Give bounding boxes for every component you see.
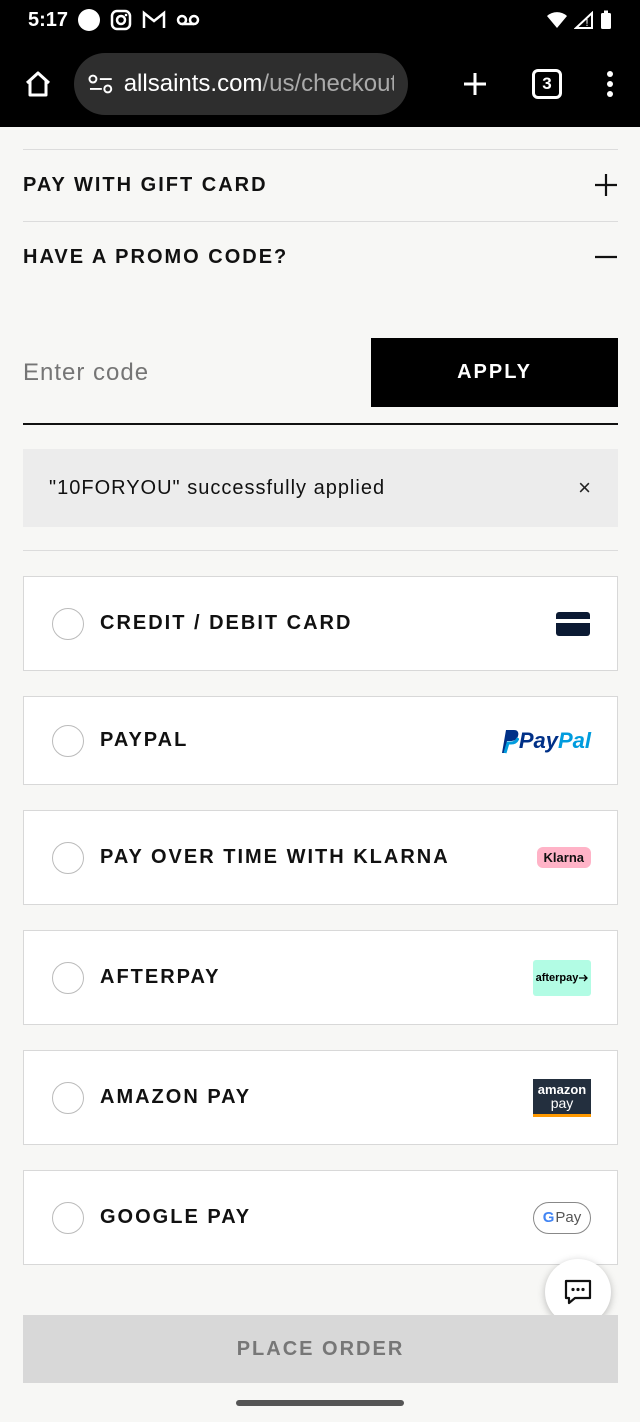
place-order-button[interactable]: PLACE ORDER [23,1315,618,1383]
payment-option-label: PAY OVER TIME WITH KLARNA [100,846,450,868]
minus-icon [595,255,617,259]
wifi-icon [547,12,567,28]
google-pay-logo-text: Pay [555,1209,582,1226]
apply-button[interactable]: APPLY [371,338,618,407]
signal-icon: ! [574,11,593,29]
radio-button[interactable] [52,1201,84,1234]
radio-button[interactable] [52,724,84,757]
site-settings-icon [88,74,113,93]
chat-icon [564,1279,592,1305]
radio-button[interactable] [52,607,84,640]
home-button[interactable] [18,64,58,104]
status-time: 5:17 [28,8,69,31]
browser-actions: 3 [462,68,622,99]
credit-card-icon [555,611,591,637]
pay-logo-text: pay [550,1094,574,1111]
payment-option-paypal[interactable]: PAYPAL Pay Pal [23,696,618,785]
browser-toolbar: allsaints.com/us/checkout 3 [0,40,640,127]
promo-code-input[interactable] [23,342,353,404]
promo-success-banner: "10FORYOU" successfully applied × [23,449,618,527]
battery-icon [601,10,611,29]
klarna-logo-text: Klarna [536,847,591,868]
status-notification-icons [78,9,200,31]
promo-input-underline [23,423,618,425]
afterpay-logo-badge: afterpay [533,959,591,996]
paypal-p-icon [501,729,519,753]
radio-button[interactable] [52,961,84,994]
amazon-pay-logo: amazon pay [533,1078,591,1117]
circle-icon [78,9,101,31]
payment-option-label: GOOGLE PAY [100,1206,252,1228]
more-options-icon[interactable] [606,70,614,98]
afterpay-arrows-icon [579,974,589,981]
status-bar: 5:17 ! [0,0,640,40]
close-icon[interactable]: × [578,475,592,501]
google-g-logo-text: G [542,1209,555,1226]
svg-text:!: ! [585,18,589,29]
klarna-logo: Klarna [536,847,591,868]
gmail-icon [142,10,166,28]
payment-option-label: AMAZON PAY [100,1086,252,1108]
url-text: allsaints.com/us/checkout [124,70,394,98]
gesture-home-indicator[interactable] [236,1400,404,1406]
payment-option-google-pay[interactable]: GOOGLE PAY G Pay [23,1170,618,1265]
promo-success-message: "10FORYOU" successfully applied [49,476,386,499]
google-pay-badge: G Pay [533,1201,591,1234]
paypal-logo-text-2: Pal [557,727,591,753]
payment-option-label: AFTERPAY [100,966,221,988]
promo-code-accordion[interactable]: HAVE A PROMO CODE? [23,222,618,292]
paypal-logo: Pay Pal [497,728,591,754]
voicemail-icon [176,14,200,26]
gift-card-title: PAY WITH GIFT CARD [23,173,268,196]
url-path: /us/checkout [262,69,394,97]
payment-option-afterpay[interactable]: AFTERPAY afterpay [23,930,618,1025]
new-tab-icon[interactable] [462,71,488,97]
amazon-logo-text: amazon [537,1081,587,1097]
amazon-pay-badge: amazon pay [533,1078,591,1117]
address-bar[interactable]: allsaints.com/us/checkout [74,52,408,115]
status-system-icons: ! [546,10,612,30]
plus-icon [595,174,617,196]
home-icon [25,71,51,96]
gift-card-accordion[interactable]: PAY WITH GIFT CARD [23,150,618,220]
payment-option-klarna[interactable]: PAY OVER TIME WITH KLARNA Klarna [23,810,618,905]
payment-option-amazon-pay[interactable]: AMAZON PAY amazon pay [23,1050,618,1145]
payment-option-label: PAYPAL [100,729,189,751]
divider [23,550,618,551]
radio-button[interactable] [52,1081,84,1114]
instagram-icon [110,9,132,31]
promo-code-title: HAVE A PROMO CODE? [23,245,289,268]
payment-option-card[interactable]: CREDIT / DEBIT CARD [23,576,618,671]
tab-switcher-button[interactable]: 3 [532,68,562,99]
url-domain: allsaints.com [123,69,263,97]
payment-option-label: CREDIT / DEBIT CARD [100,612,353,634]
afterpay-logo-text: afterpay [535,971,579,984]
google-pay-logo: G Pay [533,1201,591,1234]
afterpay-logo: afterpay [533,959,591,996]
radio-button[interactable] [52,841,84,874]
paypal-logo-text-1: Pay [518,727,558,753]
